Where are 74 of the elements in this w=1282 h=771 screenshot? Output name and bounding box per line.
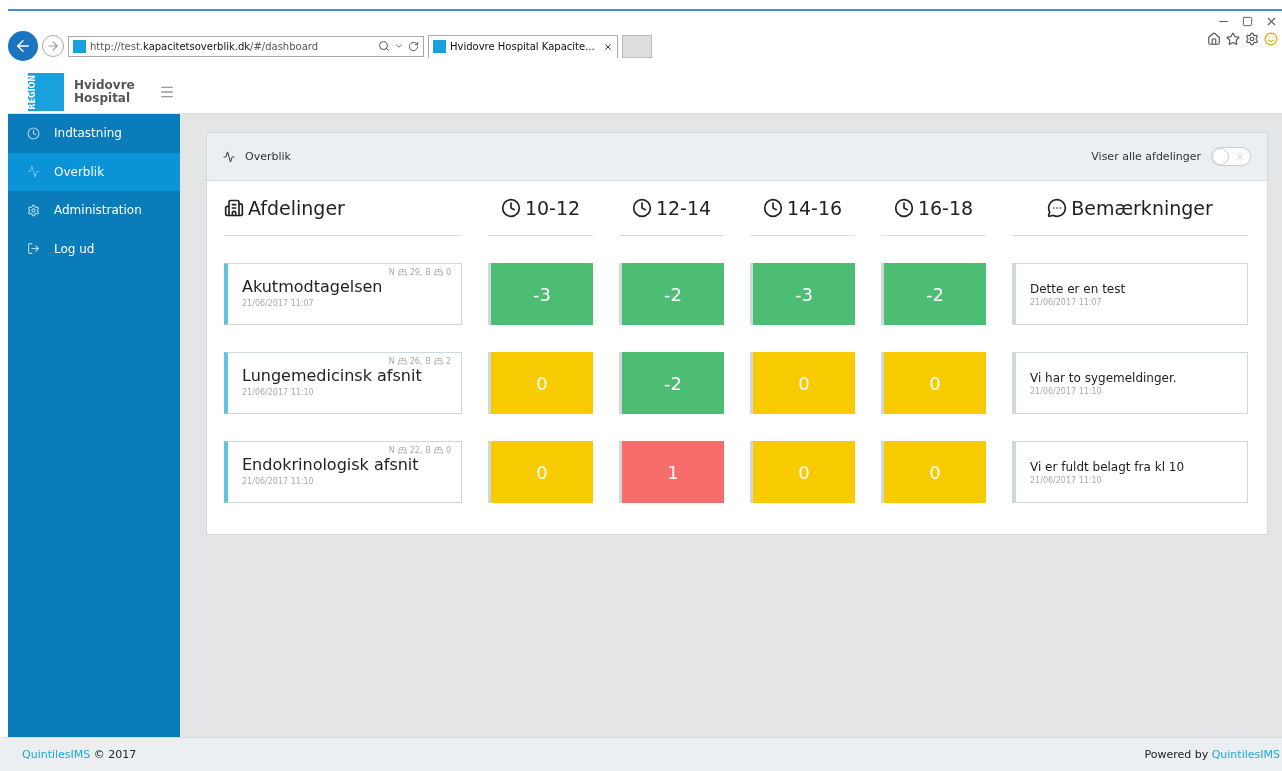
powered-by-text: Powered by QuintilesIMS bbox=[1144, 748, 1280, 761]
bed-icon bbox=[397, 268, 407, 277]
home-icon[interactable] bbox=[1207, 32, 1221, 46]
sidebar-item[interactable]: Indtastning bbox=[8, 114, 180, 153]
close-icon[interactable] bbox=[1265, 15, 1278, 28]
capacity-cell[interactable]: 1 bbox=[619, 441, 724, 503]
capacity-cell[interactable]: -3 bbox=[488, 263, 593, 325]
logo-mark: REGION bbox=[28, 73, 64, 111]
caret-icon[interactable] bbox=[394, 41, 404, 51]
bed-counts: N 22, B 0 bbox=[388, 446, 451, 455]
line-chart-icon bbox=[27, 165, 40, 179]
brand-link[interactable]: QuintilesIMS bbox=[22, 748, 91, 761]
bed-icon bbox=[397, 357, 407, 366]
gear-icon bbox=[27, 203, 40, 217]
toggle-switch[interactable] bbox=[1211, 147, 1251, 166]
clock-icon bbox=[631, 198, 652, 218]
line-chart-icon bbox=[223, 150, 235, 163]
column-header: Bemærkninger bbox=[1012, 181, 1248, 236]
bed-counts: N 29, B 0 bbox=[388, 268, 451, 277]
column-header: 10-12 bbox=[488, 181, 593, 236]
remark-card: Dette er en test 21/06/2017 11:07 bbox=[1012, 263, 1248, 325]
bed-icon bbox=[433, 357, 443, 366]
capacity-cell[interactable]: -2 bbox=[881, 263, 986, 325]
department-card[interactable]: N 22, B 0 Endokrinologisk afsnit 21/06/2017 11:10 bbox=[224, 441, 462, 503]
panel-title: Overblik bbox=[245, 150, 291, 163]
site-icon bbox=[73, 39, 86, 53]
column-header: 16-18 bbox=[881, 181, 986, 236]
department-card[interactable]: N 26, B 2 Lungemedicinsk afsnit 21/06/2017 11:10 bbox=[224, 352, 462, 414]
bed-counts: N 26, B 2 bbox=[388, 357, 451, 366]
bed-icon bbox=[433, 268, 443, 277]
remark-card: Vi har to sygemeldinger. 21/06/2017 11:10 bbox=[1012, 352, 1248, 414]
copyright-text: QuintilesIMS © 2017 bbox=[22, 748, 137, 761]
column-header: 14-16 bbox=[750, 181, 855, 236]
capacity-cell[interactable]: 0 bbox=[488, 352, 593, 414]
browser-tab[interactable]: Hvidovre Hospital Kapacite... bbox=[428, 34, 618, 58]
capacity-cell[interactable]: 0 bbox=[881, 441, 986, 503]
log-out-icon bbox=[27, 242, 40, 256]
capacity-cell[interactable]: 0 bbox=[750, 441, 855, 503]
refresh-icon[interactable] bbox=[408, 40, 419, 52]
settings-icon[interactable] bbox=[1245, 32, 1259, 46]
department-card[interactable]: N 29, B 0 Akutmodtagelsen 21/06/2017 11:07 bbox=[224, 263, 462, 325]
maximize-icon[interactable] bbox=[1242, 16, 1253, 27]
capacity-cell[interactable]: -2 bbox=[619, 263, 724, 325]
address-field[interactable]: http://test.kapacitetsoverblik.dk/#/dashboard bbox=[68, 35, 424, 57]
capacity-cell[interactable]: 0 bbox=[488, 441, 593, 503]
star-icon[interactable] bbox=[1226, 32, 1240, 46]
brand-link[interactable]: QuintilesIMS bbox=[1211, 748, 1280, 761]
close-icon[interactable] bbox=[603, 41, 613, 52]
sidebar-item[interactable]: Overblik bbox=[8, 152, 180, 191]
logo-text: Hvidovre Hospital bbox=[74, 79, 135, 105]
search-icon[interactable] bbox=[378, 40, 390, 52]
sidebar-item[interactable]: Log ud bbox=[8, 229, 180, 268]
bed-icon bbox=[397, 446, 407, 455]
building-icon bbox=[224, 198, 244, 218]
bed-icon bbox=[433, 446, 443, 455]
capacity-cell[interactable]: 0 bbox=[750, 352, 855, 414]
site-icon bbox=[433, 40, 446, 53]
column-header: 12-14 bbox=[619, 181, 724, 236]
capacity-cell[interactable]: 0 bbox=[881, 352, 986, 414]
sidebar-item[interactable]: Administration bbox=[8, 191, 180, 230]
capacity-cell[interactable]: -2 bbox=[619, 352, 724, 414]
capacity-cell[interactable]: -3 bbox=[750, 263, 855, 325]
close-icon bbox=[1236, 152, 1244, 161]
clock-icon bbox=[500, 198, 521, 218]
arrow-right-icon bbox=[46, 39, 60, 53]
remark-card: Vi er fuldt belagt fra kl 10 21/06/2017 11:10 bbox=[1012, 441, 1248, 503]
menu-icon[interactable] bbox=[158, 84, 175, 100]
column-header: Afdelinger bbox=[224, 181, 462, 236]
clock-icon bbox=[762, 198, 783, 218]
clock-icon bbox=[27, 126, 40, 140]
clock-icon bbox=[893, 198, 914, 218]
speech-bubble-icon bbox=[1047, 198, 1068, 218]
toggle-label: Viser alle afdelinger bbox=[1091, 150, 1201, 163]
back-button[interactable] bbox=[8, 31, 38, 61]
